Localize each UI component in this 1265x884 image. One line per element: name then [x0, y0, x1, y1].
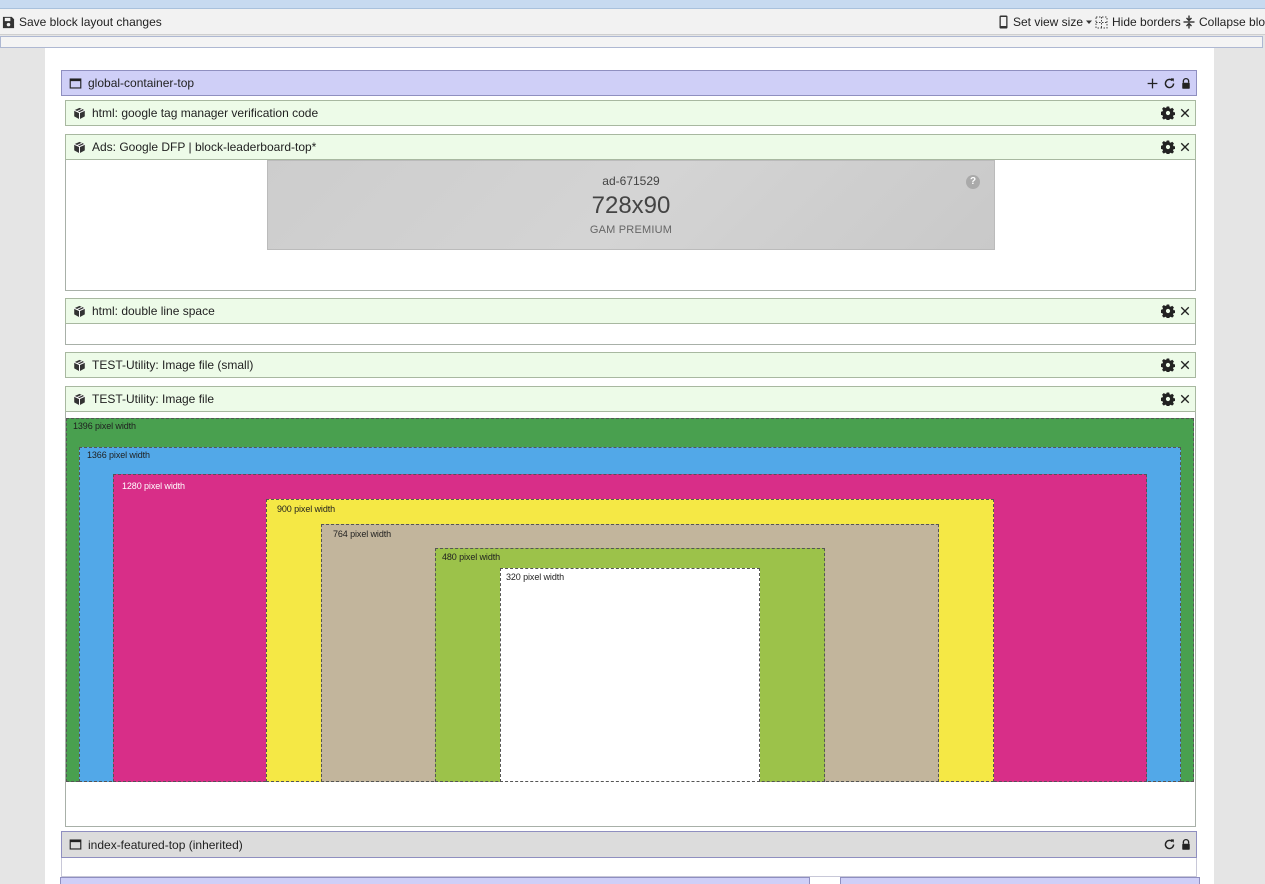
set-view-size-dropdown[interactable]: Set view size: [998, 14, 1097, 30]
gear-icon[interactable]: [1161, 304, 1175, 318]
block-title: TEST-Utility: Image file: [92, 392, 215, 406]
zone-320: 320 pixel width: [500, 568, 760, 782]
collapse-blocks-button[interactable]: Collapse bloc: [1183, 14, 1265, 30]
gear-icon[interactable]: [1161, 358, 1175, 372]
hide-borders-button[interactable]: Hide borders: [1095, 14, 1181, 30]
ad-placeholder[interactable]: ad-671529 728x90 GAM PREMIUM ?: [267, 160, 995, 250]
refresh-icon[interactable]: [1163, 77, 1176, 90]
region-strip: [0, 36, 1263, 48]
layout-toolbar: Save block layout changes Set view size …: [0, 9, 1265, 35]
block-cube-icon: [73, 107, 86, 120]
block-header-image-small[interactable]: TEST-Utility: Image file (small): [65, 352, 1196, 378]
zone-label: 1280 pixel width: [122, 481, 185, 491]
ad-size: 728x90: [591, 192, 671, 219]
block-header-image-file[interactable]: TEST-Utility: Image file: [65, 386, 1196, 412]
zone-label: 900 pixel width: [277, 504, 336, 514]
close-icon[interactable]: [1179, 305, 1191, 317]
hide-borders-label: Hide borders: [1112, 15, 1181, 29]
window-top-strip: [0, 0, 1265, 9]
block-title: html: double line space: [92, 304, 215, 318]
set-view-size-label: Set view size: [1013, 15, 1084, 29]
collapse-icon: [1183, 15, 1195, 29]
ad-block-body: ad-671529 728x90 GAM PREMIUM ?: [65, 160, 1196, 291]
block-cube-icon: [73, 141, 86, 154]
block-header-ads[interactable]: Ads: Google DFP | block-leaderboard-top*: [65, 134, 1196, 160]
zone-label: 1366 pixel width: [87, 450, 150, 460]
lock-icon[interactable]: [1180, 77, 1192, 90]
double-line-space-body: [65, 324, 1196, 345]
refresh-icon[interactable]: [1163, 838, 1176, 851]
gear-icon[interactable]: [1161, 140, 1175, 154]
container-header-featured-top[interactable]: index-featured-top (inherited): [61, 831, 1197, 858]
zone-label: 1396 pixel width: [73, 421, 136, 431]
zone-label: 764 pixel width: [333, 529, 392, 539]
save-layout-label: Save block layout changes: [19, 15, 162, 29]
container-title: index-featured-top (inherited): [88, 837, 243, 852]
zone-label: 320 pixel width: [506, 572, 565, 582]
close-icon[interactable]: [1179, 359, 1191, 371]
block-title: Ads: Google DFP | block-leaderboard-top*: [92, 140, 317, 154]
block-cube-icon: [73, 305, 86, 318]
close-icon[interactable]: [1179, 141, 1191, 153]
nested-container-right: [840, 877, 1200, 884]
save-layout-button[interactable]: Save block layout changes: [2, 14, 162, 30]
zone-label: 480 pixel width: [442, 552, 501, 562]
ad-id: ad-671529: [602, 174, 660, 188]
dotted-border-icon: [1095, 16, 1108, 28]
ad-label: GAM PREMIUM: [589, 224, 673, 236]
collapse-blocks-label: Collapse bloc: [1199, 15, 1265, 29]
featured-container-body: [61, 858, 1197, 877]
gear-icon[interactable]: [1161, 392, 1175, 406]
container-window-icon: [69, 838, 82, 851]
add-block-icon[interactable]: [1146, 77, 1159, 90]
help-icon[interactable]: ?: [966, 175, 980, 189]
block-title: html: google tag manager verification co…: [92, 106, 319, 120]
container-title: global-container-top: [88, 76, 195, 90]
block-header-double-line-space[interactable]: html: double line space: [65, 298, 1196, 324]
container-header-global-top[interactable]: global-container-top: [61, 70, 1197, 96]
block-title: TEST-Utility: Image file (small): [92, 358, 254, 372]
block-cube-icon: [73, 393, 86, 406]
gear-icon[interactable]: [1161, 106, 1175, 120]
block-header-gtm[interactable]: html: google tag manager verification co…: [65, 100, 1196, 126]
mobile-icon: [999, 15, 1008, 29]
lock-icon[interactable]: [1180, 838, 1192, 851]
viewport-width-test-image: 1396 pixel width 1366 pixel width 1280 p…: [66, 418, 1194, 782]
close-icon[interactable]: [1179, 393, 1191, 405]
save-icon: [2, 16, 15, 28]
block-cube-icon: [73, 359, 86, 372]
container-window-icon: [69, 77, 82, 90]
nested-container-left: [60, 877, 810, 884]
close-icon[interactable]: [1179, 107, 1191, 119]
caret-down-icon: [1086, 20, 1093, 24]
